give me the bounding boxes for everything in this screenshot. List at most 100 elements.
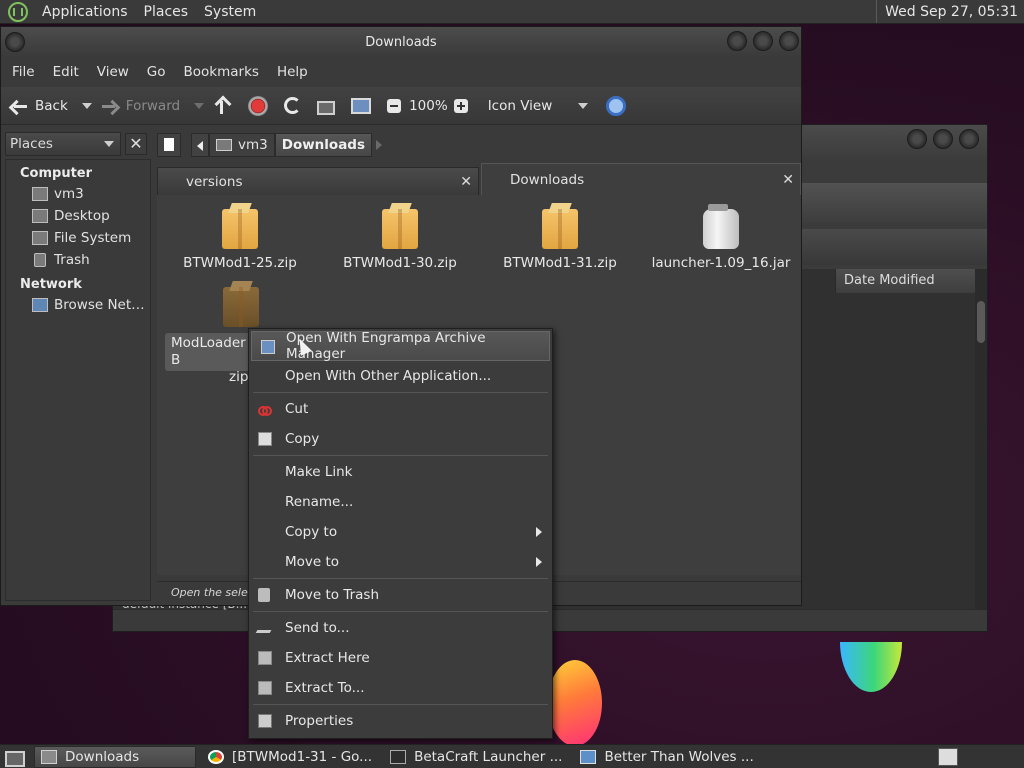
mate-logo-icon[interactable] — [8, 1, 28, 22]
scrollbar-thumb[interactable] — [977, 301, 985, 343]
taskbar-item-betacraft[interactable]: BetaCraft Launcher ... — [384, 746, 568, 768]
menu-item-make-link[interactable]: Make Link — [249, 457, 552, 487]
background-scrollbar[interactable] — [975, 269, 987, 609]
chrome-icon — [208, 749, 224, 764]
extract-icon — [258, 681, 272, 695]
back-button[interactable]: Back — [9, 96, 68, 116]
sidebar-item-browse-network[interactable]: Browse Net… — [6, 294, 150, 316]
context-menu: Open With Engrampa Archive Manager Open … — [248, 328, 553, 739]
workspace-switcher[interactable] — [938, 747, 958, 766]
places-menu[interactable]: Places — [136, 4, 197, 20]
taskbar-item-better-than-wolves[interactable]: Better Than Wolves ... — [574, 746, 759, 768]
package-icon — [382, 209, 418, 249]
breadcrumb-scroll-right[interactable] — [372, 133, 386, 157]
view-mode-select[interactable]: Icon View — [482, 98, 597, 114]
close-tab-icon[interactable]: ✕ — [782, 172, 794, 188]
minimize-button[interactable] — [907, 129, 927, 149]
location-bar: vm3 Downloads — [157, 131, 797, 159]
forward-button[interactable]: Forward — [100, 96, 180, 116]
taskbar-item-label: Better Than Wolves ... — [604, 748, 754, 765]
menubar: File Edit View Go Bookmarks Help — [1, 57, 801, 87]
taskbar-item-label: Downloads — [65, 748, 140, 765]
sidebar-type-select[interactable]: Places — [5, 132, 121, 156]
file-item[interactable]: BTWMod1-30.zip — [325, 209, 475, 271]
menu-go[interactable]: Go — [138, 64, 175, 80]
file-item[interactable]: launcher-1.09_16.jar — [646, 204, 796, 271]
date-modified-column-header[interactable]: Date Modified — [835, 269, 975, 293]
menu-item-open-with-other[interactable]: Open With Other Application... — [249, 361, 552, 391]
show-desktop-button[interactable] — [2, 746, 26, 768]
search-button[interactable] — [606, 95, 632, 116]
menu-item-label: Move to Trash — [285, 587, 380, 603]
menu-item-move-to[interactable]: Move to — [249, 547, 552, 577]
up-button[interactable] — [212, 96, 238, 116]
menu-help[interactable]: Help — [268, 64, 317, 80]
bottom-taskbar: Downloads [BTWMod1-31 - Go... BetaCraft … — [0, 744, 1024, 768]
menu-item-copy[interactable]: Copy — [249, 424, 552, 454]
file-item[interactable]: BTWMod1-25.zip — [165, 209, 315, 271]
menu-item-label: Copy to — [285, 524, 338, 540]
close-sidebar-button[interactable]: ✕ — [125, 133, 147, 155]
maximize-button[interactable] — [933, 129, 953, 149]
reload-icon — [284, 97, 302, 114]
toggle-location-entry-button[interactable] — [157, 133, 181, 157]
menu-view[interactable]: View — [88, 64, 138, 80]
submenu-arrow-icon — [536, 527, 542, 537]
menu-item-move-to-trash[interactable]: Move to Trash — [249, 580, 552, 610]
menu-item-properties[interactable]: Properties — [249, 706, 552, 736]
menu-item-extract-here[interactable]: Extract Here — [249, 643, 552, 673]
close-tab-icon[interactable]: ✕ — [460, 174, 472, 190]
file-item-selected[interactable]: ModLoader B zip — [165, 287, 261, 385]
close-button[interactable] — [959, 129, 979, 149]
window-menu-button[interactable] — [5, 32, 25, 52]
menu-item-extract-to[interactable]: Extract To... — [249, 673, 552, 703]
menu-edit[interactable]: Edit — [44, 64, 88, 80]
tab-downloads[interactable]: Downloads ✕ — [481, 163, 801, 195]
window-titlebar[interactable]: Downloads — [1, 27, 801, 57]
sidebar-item-label: Browse Net… — [54, 297, 145, 313]
network-icon — [32, 298, 48, 312]
tab-versions[interactable]: versions ✕ — [157, 167, 479, 195]
back-label: Back — [35, 97, 68, 114]
breadcrumb-downloads[interactable]: Downloads — [274, 133, 373, 157]
window-title: Downloads — [365, 34, 437, 50]
sidebar-item-label: Desktop — [54, 208, 110, 224]
taskbar-item-browser[interactable]: [BTWMod1-31 - Go... — [202, 746, 378, 768]
menu-bookmarks[interactable]: Bookmarks — [175, 64, 268, 80]
maximize-button[interactable] — [753, 31, 773, 51]
menu-item-label: Copy — [285, 431, 320, 447]
reload-button[interactable] — [284, 97, 307, 114]
stop-button[interactable] — [248, 95, 274, 116]
file-name: ModLoader B — [171, 335, 246, 368]
tab-bar: versions ✕ Downloads ✕ — [157, 163, 801, 195]
close-button[interactable] — [779, 31, 799, 51]
system-menu[interactable]: System — [196, 4, 264, 20]
menu-item-cut[interactable]: Cut — [249, 394, 552, 424]
back-history-dropdown[interactable] — [81, 102, 92, 109]
computer-button[interactable] — [351, 97, 377, 114]
breadcrumb-scroll-left[interactable] — [191, 133, 209, 157]
menu-file[interactable]: File — [3, 64, 44, 80]
sidebar-item-vm3[interactable]: vm3 — [6, 183, 150, 205]
clock[interactable]: Wed Sep 27, 05:31 — [876, 0, 1024, 23]
up-arrow-icon — [212, 96, 232, 116]
breadcrumb-vm3[interactable]: vm3 — [209, 133, 275, 157]
home-button[interactable] — [317, 97, 341, 115]
sidebar-item-file-system[interactable]: File System — [6, 227, 150, 249]
applications-menu[interactable]: Applications — [34, 4, 136, 20]
file-item[interactable]: BTWMod1-31.zip — [485, 209, 635, 271]
minimize-button[interactable] — [727, 31, 747, 51]
menu-item-send-to[interactable]: Send to... — [249, 613, 552, 643]
sidebar-item-desktop[interactable]: Desktop — [6, 205, 150, 227]
sidebar-item-trash[interactable]: Trash — [6, 249, 150, 271]
breadcrumb-label: vm3 — [238, 137, 268, 153]
zoom-in-icon[interactable] — [453, 98, 468, 113]
menu-item-rename[interactable]: Rename... — [249, 487, 552, 517]
menu-item-label: Make Link — [285, 464, 353, 480]
taskbar-item-downloads[interactable]: Downloads — [34, 745, 196, 768]
menu-item-copy-to[interactable]: Copy to — [249, 517, 552, 547]
forward-history-dropdown[interactable] — [194, 102, 205, 109]
file-name: launcher-1.09_16.jar — [651, 255, 791, 271]
zoom-out-icon[interactable] — [387, 98, 402, 113]
zoom-level[interactable]: 100% — [409, 98, 448, 114]
